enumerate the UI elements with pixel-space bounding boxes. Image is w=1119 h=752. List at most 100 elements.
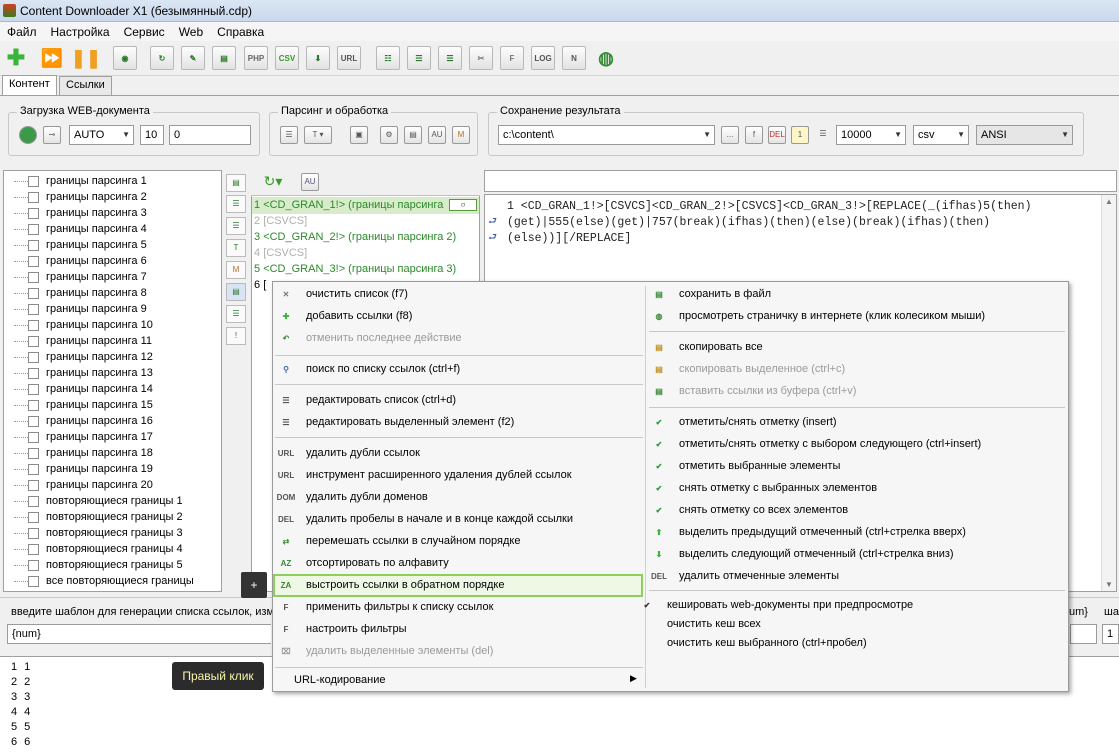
tree-item[interactable]: границы парсинга 16	[14, 413, 153, 429]
expand-button[interactable]: +	[241, 572, 267, 598]
globe-icon[interactable]: ◍	[594, 46, 618, 70]
warning-icon[interactable]: !	[226, 327, 246, 345]
tree-checkbox[interactable]	[28, 511, 39, 523]
tree-checkbox[interactable]	[28, 239, 39, 251]
refresh-dropdown-icon[interactable]: ↻▾	[255, 173, 291, 191]
robot-icon[interactable]: URL	[337, 46, 361, 70]
list-add-icon[interactable]: ☰	[438, 46, 462, 70]
del-icon[interactable]: DEL	[768, 126, 786, 144]
one-button[interactable]: 1	[791, 126, 809, 144]
tree-checkbox[interactable]	[28, 191, 39, 203]
menu-web[interactable]: Web	[172, 25, 210, 39]
globe-icon[interactable]	[19, 126, 37, 144]
tree-item[interactable]: границы парсинга 4	[14, 221, 147, 237]
menu-help[interactable]: Справка	[210, 25, 271, 39]
tree-item[interactable]: повторяющиеся границы 4	[14, 541, 183, 557]
tab-links[interactable]: Ссылки	[59, 76, 112, 96]
tree-checkbox[interactable]	[28, 399, 39, 411]
tree-item[interactable]: границы парсинга 12	[14, 349, 153, 365]
list-icon[interactable]: ☰	[814, 126, 832, 144]
menu-service[interactable]: Сервис	[117, 25, 172, 39]
tree-item[interactable]: границы парсинга 1	[14, 173, 147, 189]
tree-checkbox[interactable]	[28, 367, 39, 379]
editor-search-field[interactable]	[484, 170, 1117, 192]
save-path-select[interactable]: c:\content\	[498, 125, 715, 145]
scroll-down-icon[interactable]: ▼	[1105, 580, 1113, 589]
filter-icon[interactable]: F	[500, 46, 524, 70]
tree-item[interactable]: границы парсинга 8	[14, 285, 147, 301]
list-item[interactable]: 44	[11, 706, 30, 721]
tree-checkbox[interactable]	[28, 383, 39, 395]
tree-item[interactable]: границы парсинга 7	[14, 269, 147, 285]
tree-checkbox[interactable]	[28, 463, 39, 475]
tree-item[interactable]: границы парсинга 9	[14, 301, 147, 317]
tree-checkbox[interactable]	[28, 335, 39, 347]
link-row[interactable]: 5 <CD_GRAN_3!> (границы парсинга 3)	[254, 263, 456, 279]
tree-checkbox[interactable]	[28, 447, 39, 459]
auto-icon[interactable]: AU	[301, 173, 319, 191]
link-row[interactable]: 1 <CD_GRAN_1!> (границы парсинга	[254, 199, 443, 215]
search-icon[interactable]: ○	[449, 199, 477, 211]
tree-checkbox[interactable]	[28, 255, 39, 267]
key-icon[interactable]: ⊸	[43, 126, 61, 144]
link-row[interactable]: 4 [CSVCS]	[254, 247, 307, 263]
list-add-icon[interactable]: ☰	[226, 217, 246, 235]
list-item[interactable]: 66	[11, 736, 30, 751]
tree-item[interactable]: границы парсинга 13	[14, 365, 153, 381]
tree-checkbox[interactable]	[28, 559, 39, 571]
tree-item[interactable]: границы парсинга 11	[14, 333, 152, 349]
tree-item[interactable]: повторяющиеся границы 5	[14, 557, 183, 573]
tree-checkbox[interactable]	[28, 351, 39, 363]
tree-checkbox[interactable]	[28, 303, 39, 315]
preview-icon[interactable]: ◉	[113, 46, 137, 70]
tree-item[interactable]: границы парсинга 15	[14, 397, 153, 413]
tree-item[interactable]: границы парсинга 14	[14, 381, 153, 397]
pause-icon[interactable]: ❚❚	[71, 46, 101, 70]
refresh-icon[interactable]: ↻	[150, 46, 174, 70]
download-icon[interactable]: ⬇	[306, 46, 330, 70]
tree-checkbox[interactable]	[28, 575, 39, 587]
list-icon[interactable]: ☰	[407, 46, 431, 70]
tree-checkbox[interactable]	[28, 271, 39, 283]
scroll-up-icon[interactable]: ▲	[1105, 197, 1113, 206]
tree-item[interactable]: повторяющиеся границы 3	[14, 525, 183, 541]
format-select[interactable]: csv	[913, 125, 969, 145]
edit-doc-icon[interactable]: ✎	[181, 46, 205, 70]
tree-item[interactable]: границы парсинга 5	[14, 237, 147, 253]
tree-checkbox[interactable]	[28, 207, 39, 219]
tree-item[interactable]: границы парсинга 3	[14, 205, 147, 221]
tree-checkbox[interactable]	[28, 495, 39, 507]
list-settings-icon[interactable]: ☷	[376, 46, 400, 70]
tree-checkbox[interactable]	[28, 479, 39, 491]
macro-icon[interactable]: M	[452, 126, 470, 144]
parse-settings-icon[interactable]: ☰	[280, 126, 298, 144]
doc-icon[interactable]: ▤	[404, 126, 422, 144]
browse-button[interactable]: ...	[721, 126, 739, 144]
tools-icon[interactable]: ✂	[469, 46, 493, 70]
tree-checkbox[interactable]	[28, 415, 39, 427]
image-icon[interactable]: ▣	[350, 126, 368, 144]
load-mode-select[interactable]: AUTO	[69, 125, 134, 145]
editor-scrollbar[interactable]: ▲ ▼	[1101, 195, 1116, 591]
tab-content[interactable]: Контент	[2, 75, 57, 96]
tree-checkbox[interactable]	[28, 319, 39, 331]
tree-item[interactable]: границы парсинга 19	[14, 461, 153, 477]
tree-item[interactable]: границы парсинга 17	[14, 429, 153, 445]
delay-input[interactable]: 0	[169, 125, 251, 145]
tree-item[interactable]: границы парсинга 20	[14, 477, 153, 493]
template-end-input[interactable]	[1070, 624, 1097, 644]
links-list-icon[interactable]: ▤	[226, 283, 246, 301]
text-mode-icon[interactable]: T ▾	[304, 126, 332, 144]
encoding-select[interactable]: ANSI	[976, 125, 1073, 145]
tree-item[interactable]: повторяющиеся границы 1	[14, 493, 183, 509]
macro-icon[interactable]: M	[226, 261, 246, 279]
log-icon[interactable]: LOG	[531, 46, 555, 70]
menu-file[interactable]: Файл	[0, 25, 44, 39]
notes-icon[interactable]: N	[562, 46, 586, 70]
tree-item[interactable]: повторяющиеся границы 2	[14, 509, 183, 525]
auto-icon[interactable]: AU	[428, 126, 446, 144]
template-input[interactable]: {num}	[7, 624, 271, 644]
list-item[interactable]: 11	[11, 661, 30, 676]
tree-item[interactable]: границы парсинга 6	[14, 253, 147, 269]
list-item[interactable]: 22	[11, 676, 30, 691]
